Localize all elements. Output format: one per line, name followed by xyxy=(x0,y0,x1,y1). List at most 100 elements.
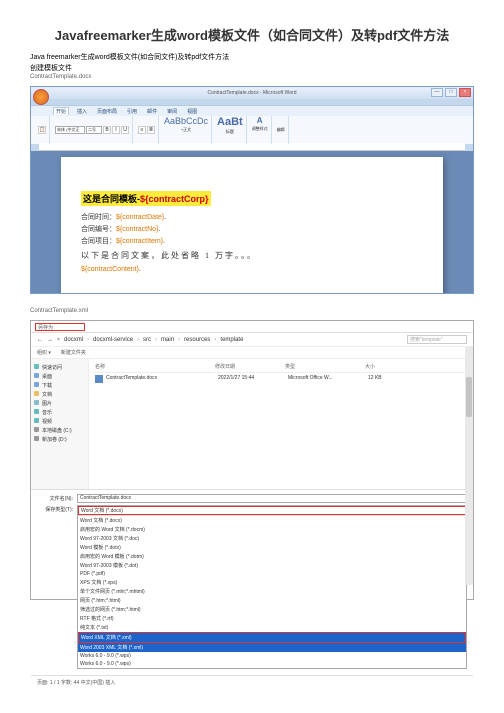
side-desktop[interactable]: 桌面 xyxy=(34,372,85,381)
search-input[interactable]: 搜索"template" xyxy=(407,335,467,344)
file-name: ContractTemplate.docx xyxy=(106,375,218,383)
type-opt[interactable]: 单个文件网页 (*.mht;*.mhtml) xyxy=(78,587,466,596)
type-opt[interactable]: Word 模板 (*.dotx) xyxy=(78,543,466,552)
save-titlebar: 另存为 xyxy=(31,321,473,333)
italic-button[interactable]: I xyxy=(112,126,120,134)
office-button[interactable] xyxy=(33,89,49,105)
doc-line-3: 合同项目：${contractItem}. xyxy=(81,236,423,246)
side-download[interactable]: 下载 xyxy=(34,381,85,390)
type-opt[interactable]: RTF 格式 (*.rtf) xyxy=(78,614,466,623)
file-row[interactable]: ContractTemplate.docx 2022/1/27 15:44 Mi… xyxy=(95,373,467,385)
filetype-selected[interactable]: Word 文档 (*.docx) xyxy=(78,506,466,515)
list-button[interactable]: ≡ xyxy=(138,126,146,134)
tab-view[interactable]: 视图 xyxy=(185,108,199,115)
organize-menu[interactable]: 组织 ▾ xyxy=(37,349,51,356)
document-area: 这是合同模板-${contractCorp} 合同时间：${contractDa… xyxy=(31,151,473,294)
subtitle-1: Java freemarker生成word模板文件(如合同文件)及转pdf文件方… xyxy=(30,52,474,62)
path-seg-0[interactable]: docxml xyxy=(64,337,83,343)
new-folder-button[interactable]: 新建文件夹 xyxy=(61,349,86,356)
path-seg-5[interactable]: template xyxy=(220,337,243,343)
save-bottom: 文件名(N): ContractTemplate.docx 保存类型(T): W… xyxy=(31,489,473,675)
type-opt[interactable]: 筛选过的网页 (*.htm;*.html) xyxy=(78,605,466,614)
save-as-dialog: 另存为 ← → ▾ docxml› docxml-service› src› m… xyxy=(30,320,474,600)
tab-insert[interactable]: 插入 xyxy=(75,108,89,115)
save-file-list: 名称 修改日期 类型 大小 ContractTemplate.docx 2022… xyxy=(89,359,473,489)
type-opt[interactable]: 启用宏的 Word 文档 (*.docm) xyxy=(78,525,466,534)
size-select[interactable]: 二号 xyxy=(86,126,102,134)
side-music[interactable]: 音乐 xyxy=(34,408,85,417)
path-seg-3[interactable]: main xyxy=(161,337,174,343)
paste-button[interactable]: 📋 xyxy=(38,126,46,134)
word-window: ContractTemplate.docx - Microsoft Word —… xyxy=(30,86,474,294)
tab-home[interactable]: 开始 xyxy=(53,107,69,115)
save-breadcrumb[interactable]: ← → ▾ docxml› docxml-service› src› main›… xyxy=(31,333,473,347)
filetype-dropdown[interactable]: Word 文档 (*.docx) Word 文档 (*.docx) 启用宏的 W… xyxy=(77,505,467,669)
style-preview-1[interactable]: AaBbCcDc xyxy=(164,116,208,126)
ribbon-toolbar: 📋 宋体 (中文正 二号 B I U ≡ ≣ AaBbCcDc +正文 AaBt… xyxy=(31,116,473,144)
nav-back-icon[interactable]: ← xyxy=(37,337,43,343)
tab-layout[interactable]: 页面布局 xyxy=(95,108,119,115)
side-localdisk[interactable]: 本地磁盘 (C:) xyxy=(34,426,85,435)
side-images[interactable]: 图片 xyxy=(34,399,85,408)
file-date: 2022/1/27 15:44 xyxy=(218,375,288,383)
tab-review[interactable]: 审阅 xyxy=(165,108,179,115)
document-page: 这是合同模板-${contractCorp} 合同时间：${contractDa… xyxy=(61,157,443,294)
word-file-icon xyxy=(95,375,103,383)
type-opt[interactable]: Word 文档 (*.docx) xyxy=(78,516,466,525)
doc-line-2: 合同编号：${contractNo}. xyxy=(81,224,423,234)
scrollbar[interactable] xyxy=(465,347,473,585)
type-opt-xml2003[interactable]: Word 2003 XML 文档 (*.xml) xyxy=(78,643,466,652)
side-docs[interactable]: 文档 xyxy=(34,390,85,399)
doc-content: ${contractContent}. xyxy=(81,265,423,273)
type-opt[interactable]: 网页 (*.htm;*.html) xyxy=(78,596,466,605)
tab-ref[interactable]: 引用 xyxy=(125,108,139,115)
bold-button[interactable]: B xyxy=(103,126,111,134)
filetype-label: 保存类型(T): xyxy=(37,505,77,513)
style-label-2: 标题 xyxy=(226,129,234,135)
change-styles-icon[interactable]: A xyxy=(257,116,263,125)
type-opt-xml[interactable]: Word XML 文档 (*.xml) xyxy=(78,632,466,643)
doc-line-1: 合同时间：${contractDate}. xyxy=(81,212,423,222)
align-button[interactable]: ≣ xyxy=(147,126,155,134)
save-sidebar: 快速访问 桌面 下载 文档 图片 音乐 视频 本地磁盘 (C:) 新加卷 (D:… xyxy=(31,359,89,489)
tab-mail[interactable]: 邮件 xyxy=(145,108,159,115)
col-date[interactable]: 修改日期 xyxy=(215,363,285,370)
maximize-button[interactable]: □ xyxy=(445,88,457,97)
close-button[interactable]: × xyxy=(459,88,471,97)
type-opt[interactable]: 启用宏的 Word 模板 (*.dotm) xyxy=(78,552,466,561)
style-label-1: +正文 xyxy=(181,127,191,133)
path-seg-1[interactable]: docxml-service xyxy=(93,337,133,343)
col-name[interactable]: 名称 xyxy=(95,363,215,370)
filename-1: ContractTemplate.docx xyxy=(30,74,474,80)
filename-label: 文件名(N): xyxy=(37,494,77,502)
change-styles-label: 调整样式 xyxy=(252,126,268,132)
word-titlebar: ContractTemplate.docx - Microsoft Word —… xyxy=(31,87,473,99)
underline-button[interactable]: U xyxy=(121,126,129,134)
scrollbar-thumb[interactable] xyxy=(466,377,472,417)
col-size[interactable]: 大小 xyxy=(365,363,467,370)
side-newvol[interactable]: 新加卷 (D:) xyxy=(34,435,85,444)
side-videos[interactable]: 视频 xyxy=(34,417,85,426)
edit-menu[interactable]: 编辑 xyxy=(277,127,285,133)
type-opt[interactable]: PDF (*.pdf) xyxy=(78,570,466,578)
type-opt[interactable]: XPS 文档 (*.xps) xyxy=(78,578,466,587)
file-type: Microsoft Office W... xyxy=(288,375,368,383)
ruler xyxy=(39,143,465,151)
type-opt[interactable]: Word 97-2003 文档 (*.doc) xyxy=(78,534,466,543)
path-seg-4[interactable]: resources xyxy=(184,337,210,343)
side-quick[interactable]: 快速访问 xyxy=(34,363,85,372)
style-preview-2[interactable]: AaBt xyxy=(217,116,243,128)
nav-fwd-icon[interactable]: → xyxy=(47,337,53,343)
highlight-title: 这是合同模板-${contractCorp} xyxy=(81,191,211,206)
minimize-button[interactable]: — xyxy=(431,88,443,97)
save-legend: 另存为 xyxy=(35,323,85,331)
type-opt[interactable]: Word 97-2003 模板 (*.dot) xyxy=(78,561,466,570)
type-opt[interactable]: 纯文本 (*.txt) xyxy=(78,623,466,632)
font-select[interactable]: 宋体 (中文正 xyxy=(55,126,85,134)
col-type[interactable]: 类型 xyxy=(285,363,365,370)
type-opt[interactable]: Works 6.0 - 9.0 (*.wps) xyxy=(78,652,466,660)
filename-input[interactable]: ContractTemplate.docx xyxy=(77,494,467,503)
type-opt[interactable]: Works 6.0 - 9.0 (*.wps) xyxy=(78,660,466,668)
path-seg-2[interactable]: src xyxy=(143,337,151,343)
filetype-options: Word 文档 (*.docx) 启用宏的 Word 文档 (*.docm) W… xyxy=(78,515,466,668)
